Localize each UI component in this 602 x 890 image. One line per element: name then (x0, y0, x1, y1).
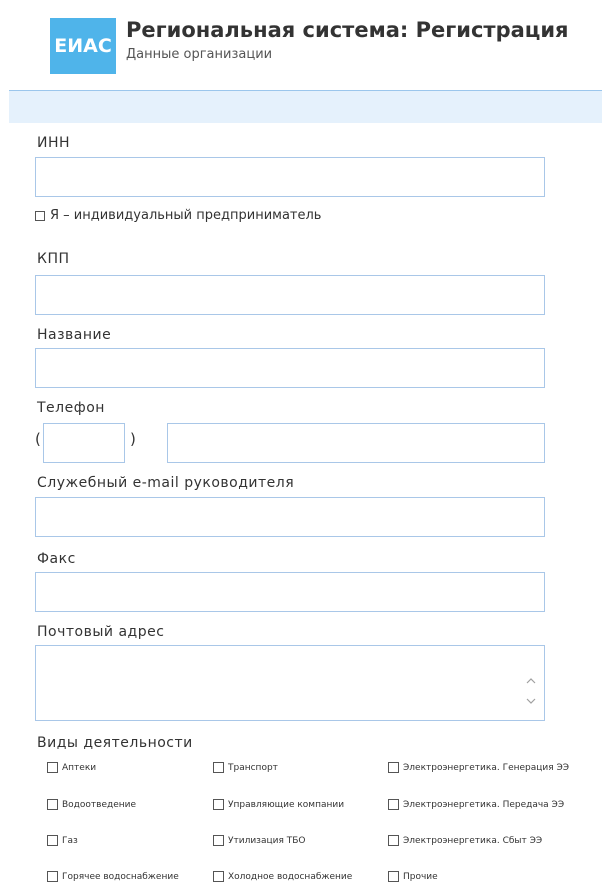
phone-open-paren: ( (35, 430, 41, 448)
kpp-label: КПП (37, 251, 70, 267)
activity-label: Электроэнергетика. Сбыт ЭЭ (403, 835, 543, 846)
checkbox-box[interactable] (213, 835, 224, 846)
address-label: Почтовый адрес (37, 624, 165, 640)
checkbox-box[interactable] (213, 871, 224, 882)
checkbox-box[interactable] (35, 210, 45, 221)
app-header: ЕИАС Региональная система: Регистрация Д… (0, 0, 602, 90)
activity-checkbox[interactable]: Транспорт (213, 762, 278, 773)
name-label: Название (37, 327, 112, 343)
checkbox-box[interactable] (213, 799, 224, 810)
phone-number-field[interactable] (167, 423, 545, 463)
activity-label: Холодное водоснабжение (228, 871, 353, 882)
address-textarea[interactable] (35, 645, 545, 721)
activity-checkbox[interactable]: Управляющие компании (213, 799, 344, 810)
activities-label: Виды деятельности (37, 735, 193, 751)
checkbox-box[interactable] (213, 762, 224, 773)
activity-checkbox[interactable]: Электроэнергетика. Передача ЭЭ (388, 799, 564, 810)
activity-label: Транспорт (228, 762, 278, 773)
activity-label: Электроэнергетика. Генерация ЭЭ (403, 762, 570, 773)
email-label: Служебный e-mail руководителя (37, 475, 295, 491)
activity-checkbox[interactable]: Аптеки (47, 762, 96, 773)
fax-label: Факс (37, 551, 76, 567)
scroll-down-icon[interactable] (526, 696, 536, 706)
activity-label: Горячее водоснабжение (62, 871, 179, 882)
checkbox-box[interactable] (47, 799, 58, 810)
checkbox-box[interactable] (47, 762, 58, 773)
activity-checkbox[interactable]: Электроэнергетика. Генерация ЭЭ (388, 762, 569, 773)
activity-label: Водоотведение (62, 799, 137, 810)
activity-checkbox[interactable]: Водоотведение (47, 799, 136, 810)
activity-label: Аптеки (62, 762, 97, 773)
inn-field[interactable] (35, 157, 545, 197)
activity-checkbox[interactable]: Утилизация ТБО (213, 835, 305, 846)
kpp-field[interactable] (35, 275, 545, 315)
inn-label: ИНН (37, 135, 71, 151)
activity-checkbox[interactable]: Прочие (388, 871, 438, 882)
phone-close-paren: ) (130, 430, 136, 448)
phone-label: Телефон (37, 400, 105, 416)
checkbox-box[interactable] (47, 871, 58, 882)
logo: ЕИАС (50, 18, 116, 74)
email-field[interactable] (35, 497, 545, 537)
checkbox-box[interactable] (388, 799, 399, 810)
section-band (9, 90, 602, 123)
checkbox-box[interactable] (388, 871, 399, 882)
activity-label: Электроэнергетика. Передача ЭЭ (403, 799, 565, 810)
fax-field[interactable] (35, 572, 545, 612)
page-subtitle: Данные организации (126, 47, 273, 62)
activity-checkbox[interactable]: Газ (47, 835, 78, 846)
activity-checkbox[interactable]: Холодное водоснабжение (213, 871, 352, 882)
activity-checkbox[interactable]: Горячее водоснабжение (47, 871, 179, 882)
checkbox-box[interactable] (47, 835, 58, 846)
checkbox-box[interactable] (388, 835, 399, 846)
name-field[interactable] (35, 348, 545, 388)
page-title: Региональная система: Регистрация (126, 18, 569, 42)
individual-entrepreneur-checkbox[interactable]: Я – индивидуальный предприниматель (35, 208, 321, 223)
activity-label: Утилизация ТБО (228, 835, 306, 846)
phone-code-field[interactable] (43, 423, 125, 463)
activity-label: Газ (62, 835, 78, 846)
individual-entrepreneur-label: Я – индивидуальный предприниматель (50, 208, 322, 223)
scroll-up-icon[interactable] (526, 676, 536, 686)
activity-checkbox[interactable]: Электроэнергетика. Сбыт ЭЭ (388, 835, 542, 846)
activity-label: Управляющие компании (228, 799, 345, 810)
activity-label: Прочие (403, 871, 438, 882)
checkbox-box[interactable] (388, 762, 399, 773)
